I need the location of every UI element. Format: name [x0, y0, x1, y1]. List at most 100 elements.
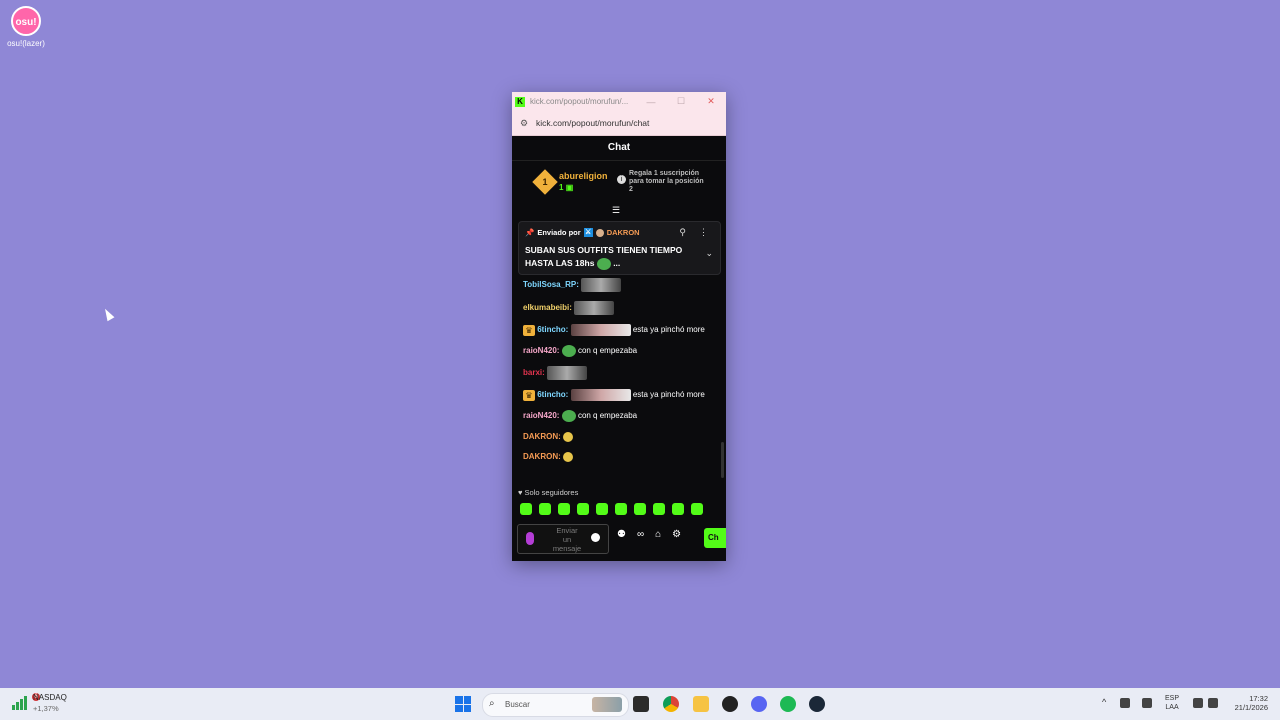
- url-text: kick.com/popout/morufun/chat: [536, 118, 650, 128]
- microphone-icon[interactable]: [526, 532, 534, 545]
- chat-username[interactable]: DAKRON:: [523, 432, 561, 441]
- chat-username[interactable]: barxi:: [523, 368, 545, 377]
- file-explorer-icon[interactable]: [693, 696, 709, 712]
- chat-text: con q empezaba: [577, 411, 638, 421]
- desktop-icon-osu[interactable]: osu! osu!(lazer): [6, 6, 46, 48]
- stock-change: +1,37%: [33, 704, 59, 713]
- subscriber-crown-icon: ♛: [523, 324, 535, 336]
- taskbar: 6 NASDAQ +1,37% ⌕ Buscar ^ ESP LAA 17:32 2…: [0, 688, 1280, 720]
- heart-icon: ♥: [518, 488, 523, 497]
- moderator-badge-icon: ⚔: [583, 228, 593, 237]
- emote-icon: [570, 389, 631, 401]
- chat-message: DAKRON:: [523, 451, 713, 462]
- emote-icon: [596, 257, 611, 270]
- chat-text: esta ya pinchó more: [632, 325, 705, 335]
- chat-text: esta ya pinchó more: [632, 390, 705, 400]
- discord-icon[interactable]: [751, 696, 767, 712]
- leader-name: abureligion: [559, 171, 608, 181]
- microphone-tray-icon[interactable]: [1142, 698, 1152, 708]
- popout-chat-window: K kick.com/popout/morufun/... — ☐ ✕ ⚙ ki…: [512, 92, 726, 561]
- settings-icon[interactable]: ⚙: [672, 529, 681, 540]
- chat-username[interactable]: raioN420:: [523, 346, 559, 355]
- osu-icon: osu!: [11, 6, 41, 36]
- close-button[interactable]: ✕: [696, 96, 726, 107]
- gift-hint-text: Regala 1 suscripción para tomar la posic…: [629, 170, 704, 193]
- emote-icon: [570, 324, 631, 336]
- quick-emote-7[interactable]: [634, 503, 646, 515]
- maximize-button[interactable]: ☐: [666, 96, 696, 107]
- emote-icon: [561, 410, 576, 422]
- chrome-icon[interactable]: [663, 696, 679, 712]
- chat-username[interactable]: DAKRON:: [523, 452, 561, 461]
- chat-username[interactable]: raioN420:: [523, 411, 559, 420]
- leader-gift-count: 1 ▣: [559, 183, 574, 192]
- quick-emote-3[interactable]: [558, 503, 570, 515]
- pinned-message[interactable]: 📌 Enviado por ⚔ DAKRON ⚲ ⋮ SUBAN SUS OUT…: [518, 221, 721, 275]
- chat-username[interactable]: elkumabeibi:: [523, 303, 572, 312]
- emote-icon: [563, 451, 574, 462]
- site-settings-icon[interactable]: ⚙: [512, 118, 536, 129]
- collapse-icon[interactable]: ☰: [612, 205, 620, 216]
- rank-medal-icon: 1: [532, 169, 558, 195]
- chat-message: elkumabeibi:: [523, 301, 713, 315]
- quick-emote-1[interactable]: [520, 503, 532, 515]
- more-options-icon[interactable]: ⋮: [699, 227, 708, 238]
- quick-emote-10[interactable]: [691, 503, 703, 515]
- emote-icon: [547, 366, 588, 380]
- language-indicator[interactable]: ESP LAA: [1165, 694, 1179, 712]
- steam-icon[interactable]: [809, 696, 825, 712]
- display-tray-icon[interactable]: [1193, 698, 1203, 708]
- start-button[interactable]: [455, 696, 471, 712]
- send-button[interactable]: Ch: [704, 528, 726, 548]
- pinned-header: 📌 Enviado por ⚔ DAKRON: [525, 228, 640, 237]
- emoji-picker-icon[interactable]: [591, 533, 600, 542]
- minimize-button[interactable]: —: [636, 97, 666, 107]
- quick-emote-bar: [520, 503, 703, 515]
- gift-leaderboard[interactable]: 1 abureligion 1 ▣ i Regala 1 suscripción…: [512, 161, 726, 215]
- taskbar-search[interactable]: ⌕ Buscar: [482, 693, 629, 717]
- quick-emote-8[interactable]: [653, 503, 665, 515]
- quick-emote-2[interactable]: [539, 503, 551, 515]
- infinity-icon[interactable]: ∞: [637, 529, 644, 540]
- spotify-icon[interactable]: [780, 696, 796, 712]
- emote-icon: [574, 301, 615, 315]
- task-view-icon[interactable]: [633, 696, 649, 712]
- message-placeholder: Enviar un mensaje: [552, 526, 582, 553]
- store-icon[interactable]: ⌂: [655, 529, 661, 540]
- chat-message: raioN420: con q empezaba: [523, 410, 713, 422]
- chat-scrollbar[interactable]: [721, 442, 724, 478]
- obs-icon[interactable]: [722, 696, 738, 712]
- quick-emote-9[interactable]: [672, 503, 684, 515]
- address-bar[interactable]: ⚙ kick.com/popout/morufun/chat: [512, 111, 726, 136]
- pinned-user: DAKRON: [606, 228, 640, 237]
- gift-icon: ▣: [565, 183, 574, 192]
- chat-username[interactable]: 6tincho:: [537, 325, 568, 334]
- chat-username[interactable]: TobilSosa_RP:: [523, 280, 579, 289]
- emote-icon: [561, 345, 576, 357]
- followers-only-notice: ♥ Solo seguidores: [518, 488, 579, 497]
- mouse-cursor-icon: [101, 306, 115, 322]
- message-input[interactable]: Enviar un mensaje: [517, 524, 609, 554]
- network-tray-icon[interactable]: [1120, 698, 1130, 708]
- quick-emote-4[interactable]: [577, 503, 589, 515]
- expand-chevron-icon[interactable]: ⌄: [705, 248, 713, 259]
- pin-icon: 📌: [525, 228, 535, 237]
- chat-message: raioN420: con q empezaba: [523, 345, 713, 357]
- user-badge-icon: [595, 228, 604, 237]
- quick-emote-5[interactable]: [596, 503, 608, 515]
- emote-icon: [581, 278, 622, 292]
- chat-username[interactable]: 6tincho:: [537, 390, 568, 399]
- sent-by-label: Enviado por: [537, 228, 581, 237]
- show-hidden-icons-chevron-icon[interactable]: ^: [1102, 697, 1106, 707]
- chat-header: Chat: [512, 136, 726, 161]
- clock[interactable]: 17:32 21/1/2026: [1235, 694, 1268, 712]
- stock-name: NASDAQ: [33, 693, 67, 702]
- kick-favicon-icon: K: [515, 96, 525, 107]
- pinned-text: SUBAN SUS OUTFITS TIENEN TIEMPO HASTA LA…: [525, 245, 683, 270]
- search-highlight-image: [592, 697, 622, 712]
- quick-emote-6[interactable]: [615, 503, 627, 515]
- users-icon[interactable]: ⚉: [617, 529, 626, 540]
- unpin-icon[interactable]: ⚲: [679, 227, 686, 238]
- volume-tray-icon[interactable]: [1208, 698, 1218, 708]
- chat-message: DAKRON:: [523, 431, 713, 442]
